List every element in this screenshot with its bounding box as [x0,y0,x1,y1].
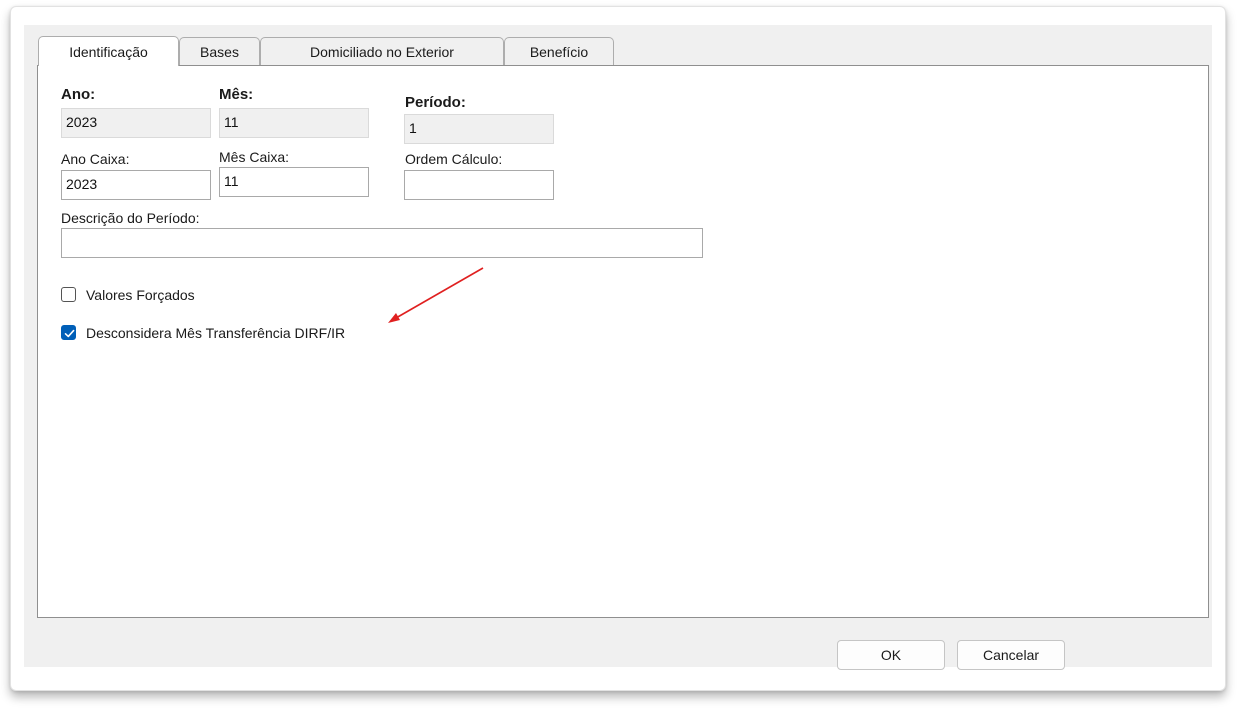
annotation-arrow-icon [388,267,484,323]
